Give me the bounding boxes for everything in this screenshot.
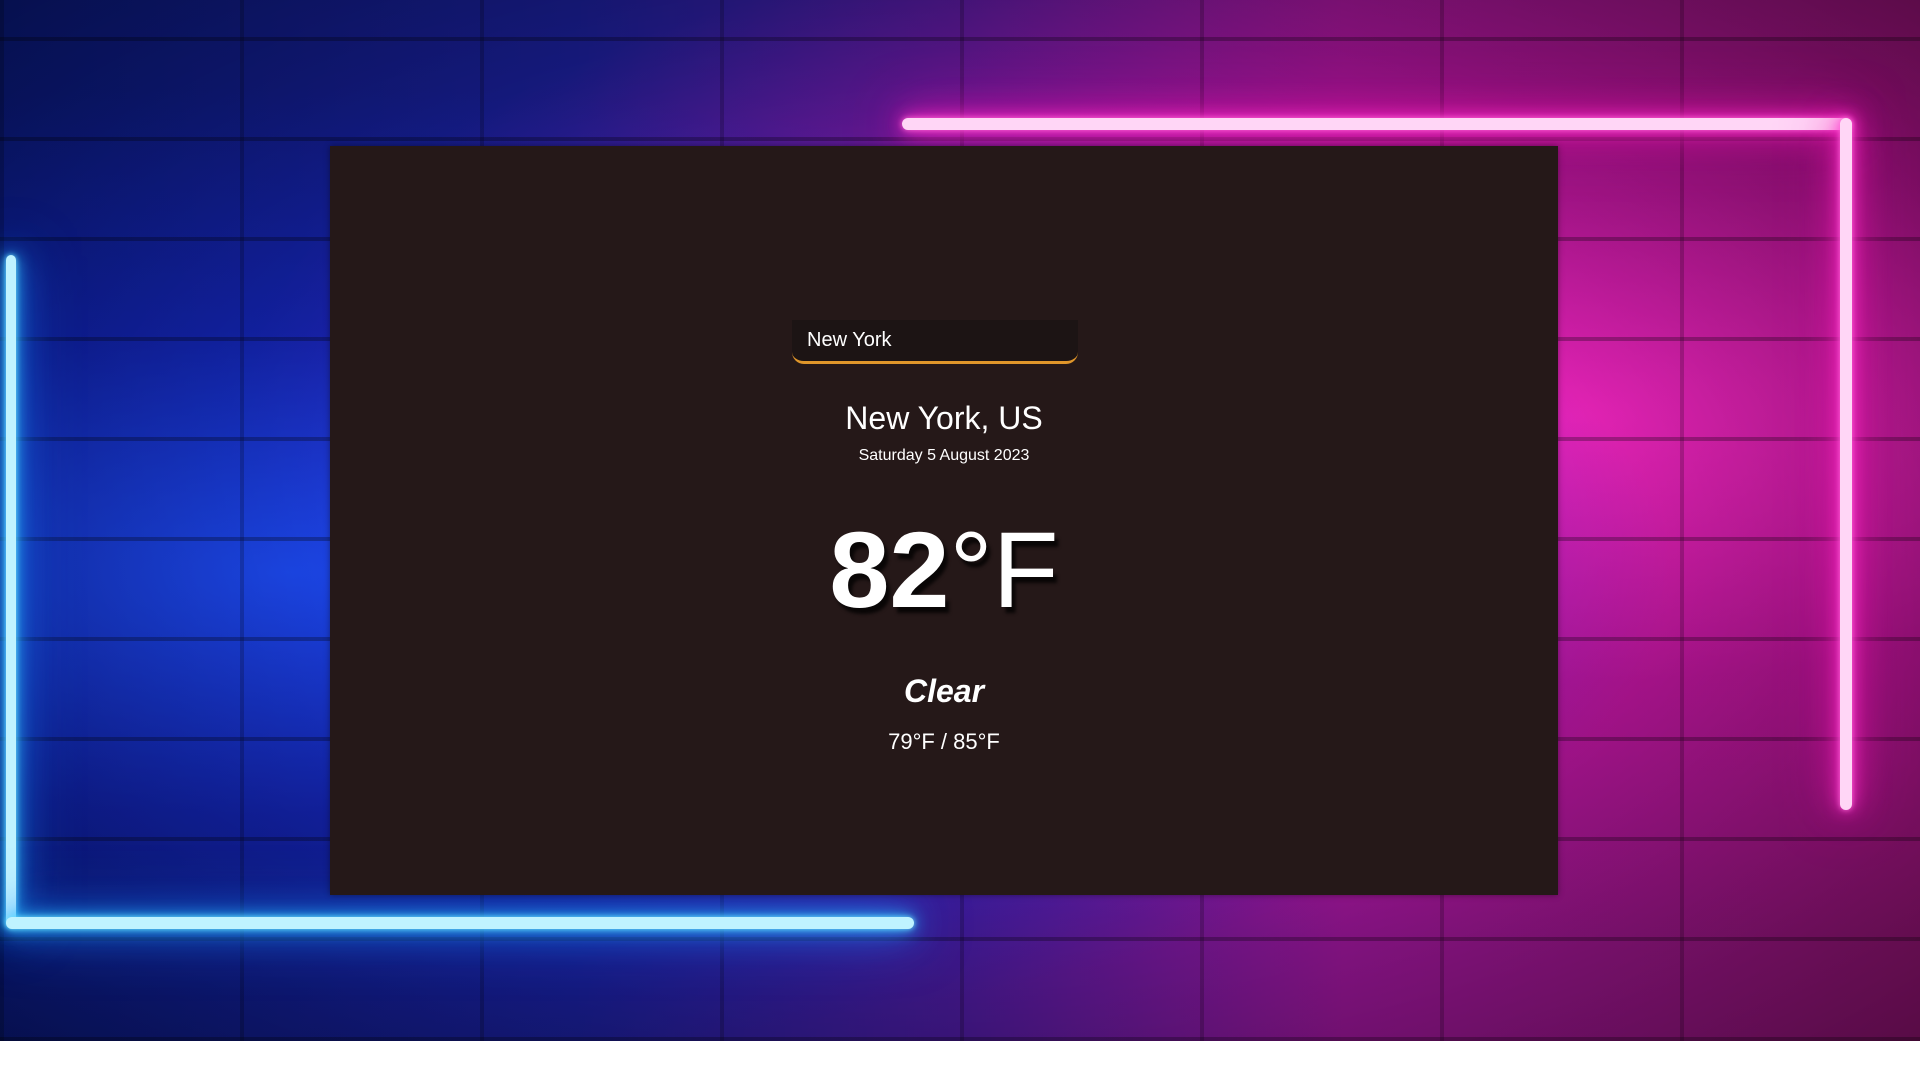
current-temperature: 82°F — [330, 516, 1558, 624]
neon-brick-wall-background: New York, US Saturday 5 August 2023 82°F… — [0, 0, 1920, 1041]
low-high-temperature: 79°F / 85°F — [888, 729, 1000, 754]
current-date: Saturday 5 August 2023 — [858, 447, 1030, 464]
weather-condition: Clear — [903, 673, 985, 709]
weather-card: New York, US Saturday 5 August 2023 82°F… — [330, 146, 1558, 895]
neon-pink-horizontal-tube — [902, 118, 1852, 130]
search-input[interactable] — [792, 320, 1078, 364]
neon-blue-vertical-tube — [6, 255, 16, 927]
temperature-value: 82 — [829, 509, 950, 630]
location-title: New York, US — [845, 400, 1043, 436]
search-box — [792, 320, 1078, 364]
neon-pink-vertical-tube — [1840, 118, 1852, 810]
neon-blue-horizontal-tube — [6, 917, 914, 929]
temperature-unit: °F — [949, 509, 1059, 630]
